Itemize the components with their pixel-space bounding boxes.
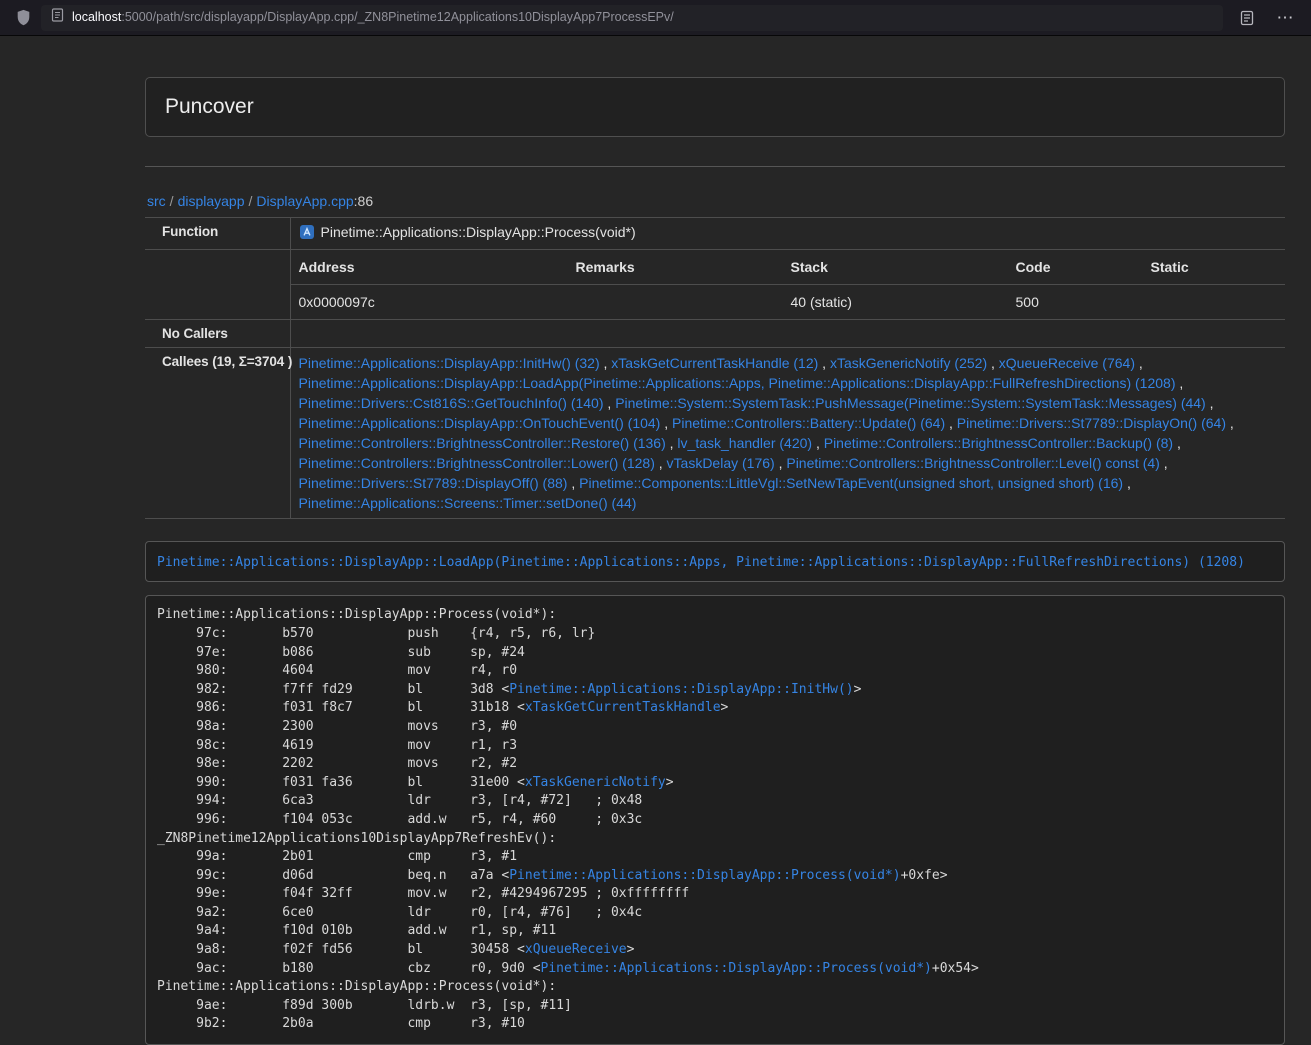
- callee-link[interactable]: Pinetime::Controllers::Battery::Update()…: [672, 415, 945, 431]
- callee-link[interactable]: xTaskGenericNotify (252): [830, 355, 987, 371]
- page-title: Puncover: [165, 95, 254, 118]
- page-content: Puncover src/displayapp/DisplayApp.cpp:8…: [145, 77, 1285, 1045]
- divider: [145, 166, 1285, 167]
- callees-list: Pinetime::Applications::DisplayApp::Init…: [290, 348, 1285, 519]
- url-path: :5000/path/src/displayapp/DisplayApp.cpp…: [121, 10, 673, 24]
- no-callers-label: No Callers: [145, 320, 290, 348]
- code-symbol-link[interactable]: xQueueReceive: [525, 942, 627, 957]
- remarks-value: [568, 285, 783, 320]
- column-header-address: Address: [291, 250, 568, 285]
- callees-row: Callees (19, Σ=3704 ) Pinetime::Applicat…: [145, 348, 1285, 519]
- function-row-label: Function: [145, 218, 290, 250]
- column-header-static: Static: [1143, 250, 1286, 285]
- callee-link[interactable]: Pinetime::Controllers::BrightnessControl…: [786, 455, 1159, 471]
- code-value: 500: [1008, 285, 1143, 320]
- stats-table: Address Remarks Stack Code Static 0x0000…: [291, 250, 1286, 319]
- symbol-panel: Pinetime::Applications::DisplayApp::Load…: [145, 541, 1285, 582]
- breadcrumb-link-file[interactable]: DisplayApp.cpp: [256, 193, 353, 209]
- callee-link[interactable]: Pinetime::Controllers::BrightnessControl…: [824, 435, 1173, 451]
- no-callers-row: No Callers: [145, 320, 1285, 348]
- table-row: 0x0000097c 40 (static) 500: [291, 285, 1286, 320]
- app-header: Puncover: [145, 77, 1285, 137]
- callee-link[interactable]: Pinetime::Components::LittleVgl::SetNewT…: [579, 475, 1123, 491]
- column-header-code: Code: [1008, 250, 1143, 285]
- callee-link[interactable]: xQueueReceive (764): [999, 355, 1135, 371]
- callee-link[interactable]: xTaskGetCurrentTaskHandle (12): [611, 355, 818, 371]
- address-value: 0x0000097c: [291, 285, 568, 320]
- callee-link[interactable]: Pinetime::System::SystemTask::PushMessag…: [615, 395, 1206, 411]
- overflow-menu-icon[interactable]: ⋯: [1271, 4, 1299, 32]
- callee-link[interactable]: Pinetime::Applications::DisplayApp::Init…: [299, 355, 600, 371]
- breadcrumb-link-displayapp[interactable]: displayapp: [178, 193, 245, 209]
- callee-link[interactable]: Pinetime::Applications::DisplayApp::OnTo…: [299, 415, 661, 431]
- callees-label: Callees (19, Σ=3704 ): [145, 348, 290, 519]
- code-symbol-link[interactable]: xTaskGenericNotify: [525, 775, 666, 790]
- symbol-link[interactable]: Pinetime::Applications::DisplayApp::Load…: [157, 555, 1245, 570]
- callee-link[interactable]: Pinetime::Applications::Screens::Timer::…: [299, 495, 637, 511]
- function-table: Function Pinetime::Applications::Display…: [145, 217, 1285, 519]
- callee-link[interactable]: lv_task_handler (420): [677, 435, 812, 451]
- function-row: Function Pinetime::Applications::Display…: [145, 218, 1285, 250]
- callee-link[interactable]: Pinetime::Drivers::St7789::DisplayOn() (…: [957, 415, 1226, 431]
- breadcrumb-separator: /: [170, 193, 174, 209]
- method-icon: [299, 224, 315, 245]
- callee-link[interactable]: Pinetime::Applications::DisplayApp::Load…: [299, 375, 1176, 391]
- code-symbol-link[interactable]: Pinetime::Applications::DisplayApp::Proc…: [541, 961, 932, 976]
- stats-row: Address Remarks Stack Code Static 0x0000…: [145, 250, 1285, 320]
- callee-link[interactable]: Pinetime::Controllers::BrightnessControl…: [299, 455, 655, 471]
- breadcrumb-separator: /: [249, 193, 253, 209]
- tracking-protection-shield-icon[interactable]: [16, 9, 31, 26]
- breadcrumb-link-src[interactable]: src: [147, 193, 166, 209]
- callee-link[interactable]: Pinetime::Drivers::Cst816S::GetTouchInfo…: [299, 395, 604, 411]
- static-value: [1143, 285, 1286, 320]
- reader-view-icon[interactable]: [1233, 4, 1261, 32]
- disassembly: Pinetime::Applications::DisplayApp::Proc…: [145, 595, 1285, 1045]
- column-header-remarks: Remarks: [568, 250, 783, 285]
- url-text: localhost:5000/path/src/displayapp/Displ…: [72, 9, 674, 27]
- breadcrumb-line-number: :86: [354, 193, 373, 209]
- browser-toolbar: localhost:5000/path/src/displayapp/Displ…: [0, 0, 1311, 36]
- callee-link[interactable]: Pinetime::Controllers::BrightnessControl…: [299, 435, 666, 451]
- breadcrumb: src/displayapp/DisplayApp.cpp:86: [147, 191, 1285, 211]
- url-bar[interactable]: localhost:5000/path/src/displayapp/Displ…: [41, 5, 1223, 31]
- page-icon: [51, 7, 64, 27]
- callee-link[interactable]: Pinetime::Drivers::St7789::DisplayOff() …: [299, 475, 568, 491]
- code-symbol-link[interactable]: Pinetime::Applications::DisplayApp::Proc…: [509, 868, 900, 883]
- callee-link[interactable]: vTaskDelay (176): [667, 455, 775, 471]
- code-symbol-link[interactable]: Pinetime::Applications::DisplayApp::Init…: [509, 682, 853, 697]
- stack-value: 40 (static): [783, 285, 1008, 320]
- column-header-stack: Stack: [783, 250, 1008, 285]
- function-name: Pinetime::Applications::DisplayApp::Proc…: [321, 224, 636, 240]
- code-symbol-link[interactable]: xTaskGetCurrentTaskHandle: [525, 700, 721, 715]
- url-host: localhost: [72, 10, 121, 24]
